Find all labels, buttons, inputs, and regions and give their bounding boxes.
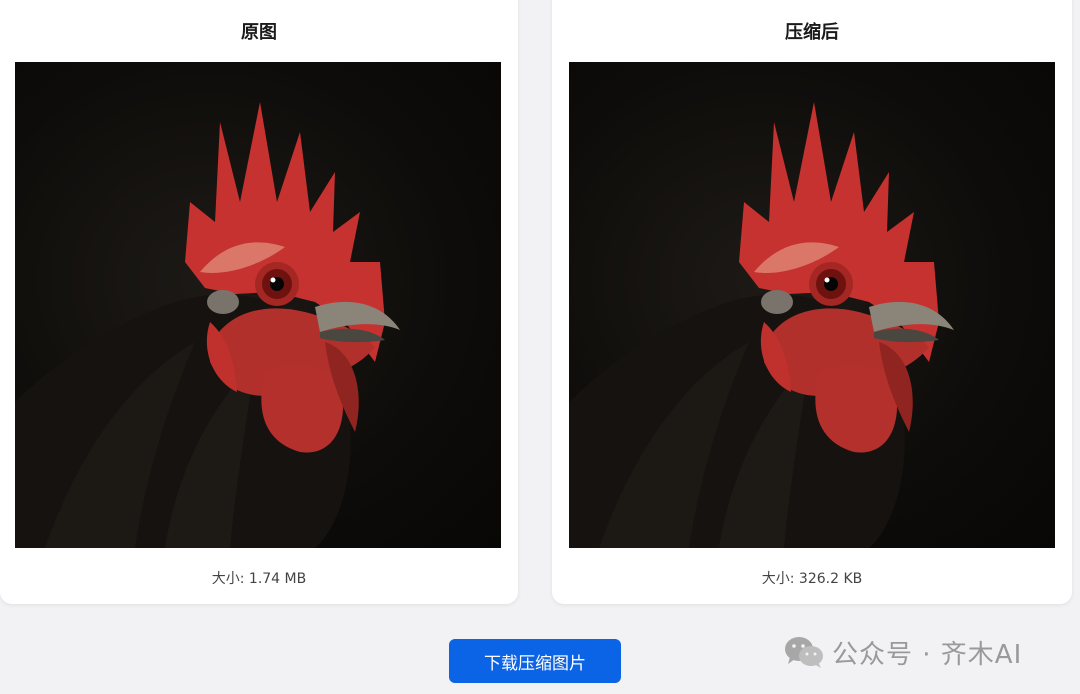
original-card: 原图 大小: 1.74 MB [0, 0, 518, 604]
download-compressed-button[interactable]: 下载压缩图片 [449, 639, 621, 683]
watermark: 公众号 · 齐木AI [784, 632, 1022, 672]
rooster-image [569, 102, 954, 548]
compressed-image [569, 62, 1055, 548]
compressed-card: 压缩后 大小: 326.2 KB [552, 0, 1072, 604]
watermark-text: 公众号 · 齐木AI [832, 639, 1023, 670]
original-title: 原图 [241, 22, 277, 43]
compressed-title: 压缩后 [785, 22, 839, 43]
original-image [15, 62, 501, 548]
wechat-icon [785, 637, 823, 668]
original-size-label: 大小: 1.74 MB [211, 571, 307, 587]
compressed-size-label: 大小: 326.2 KB [761, 571, 863, 587]
rooster-image [15, 102, 400, 548]
